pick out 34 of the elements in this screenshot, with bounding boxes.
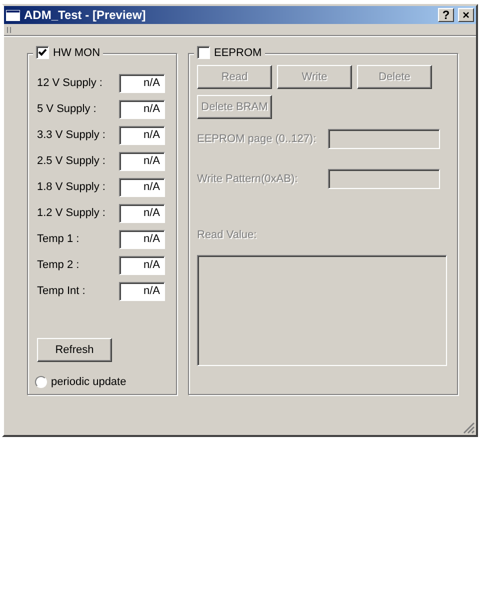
field-label: Temp 1 : [37, 233, 80, 245]
value-field[interactable]: n/A [119, 74, 165, 92]
radio-label: periodic update [51, 376, 126, 388]
field-label: EEPROM page (0..127): [197, 133, 318, 145]
value-field[interactable]: n/A [119, 204, 165, 222]
value-field[interactable]: n/A [119, 152, 165, 170]
value-field[interactable]: n/A [119, 178, 165, 196]
field-label: Write Pattern(0xAB): [197, 173, 299, 185]
value-field[interactable]: n/A [119, 100, 165, 118]
resize-grip-icon[interactable] [463, 422, 475, 434]
value-field[interactable]: n/A [119, 256, 165, 274]
group-label: HW MON [53, 46, 100, 58]
checkbox[interactable] [197, 46, 210, 59]
toolbar-grip-icon [7, 27, 12, 33]
window-title: ADM_Test - [Preview] [24, 8, 147, 22]
field-label: Temp Int : [37, 285, 86, 297]
value-field[interactable]: n/A [119, 230, 165, 248]
field-label: 5 V Supply : [37, 103, 98, 115]
field-label: 1.8 V Supply : [37, 181, 106, 193]
field-label: 3.3 V Supply : [37, 129, 106, 141]
field-label: Temp 2 : [37, 259, 80, 271]
field-label: 1.2 V Supply : [37, 207, 106, 219]
value-field[interactable]: n/A [119, 126, 165, 144]
close-button[interactable]: × [458, 8, 474, 22]
field-label: 2.5 V Supply : [37, 155, 106, 167]
help-button[interactable]: ? [438, 8, 454, 22]
field-label: 12 V Supply : [37, 77, 104, 89]
value-field[interactable]: n/A [119, 282, 165, 300]
window-icon [6, 10, 20, 20]
field-label: Read Value: [197, 229, 258, 241]
checkbox[interactable] [36, 46, 49, 59]
group-label: EEPROM [214, 46, 262, 58]
radio-button[interactable] [35, 376, 47, 388]
refresh-button[interactable]: Refresh [37, 338, 112, 362]
